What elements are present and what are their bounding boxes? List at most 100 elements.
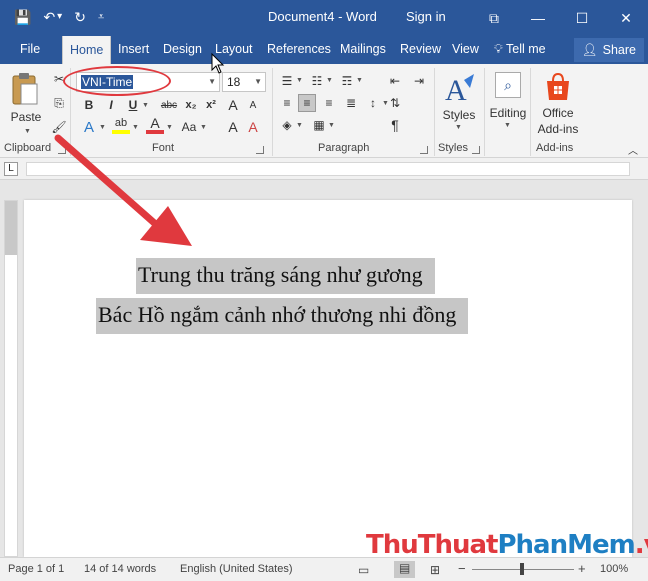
editing-dropdown-icon: ▼ xyxy=(504,122,511,129)
styles-dropdown-icon: ▼ xyxy=(455,124,462,131)
numbering-icon[interactable]: ☷ xyxy=(308,72,326,90)
document-line-2[interactable]: Bác Hồ ngắm cảnh nhớ thương nhi đồng xyxy=(96,298,469,334)
zoom-slider-thumb[interactable] xyxy=(520,563,524,575)
customize-qat-icon[interactable]: ⩡ xyxy=(98,8,104,26)
zoom-in-icon[interactable]: + xyxy=(578,561,586,576)
zoom-level[interactable]: 100% xyxy=(600,563,628,575)
tab-review[interactable]: Review xyxy=(400,42,441,56)
italic-button[interactable]: I xyxy=(102,96,120,114)
bullets-icon[interactable]: ☰ xyxy=(278,72,296,90)
font-size-combobox[interactable]: 18 ▼ xyxy=(222,72,266,92)
close-icon[interactable]: ✕ xyxy=(604,0,648,36)
share-button[interactable]: 👤︎ Share xyxy=(573,38,644,62)
shading-dropdown-icon[interactable]: ▼ xyxy=(296,122,303,129)
decrease-indent-icon[interactable]: ⇤ xyxy=(386,72,404,90)
strikethrough-button[interactable]: abc xyxy=(158,96,180,114)
tab-references[interactable]: References xyxy=(267,42,331,56)
read-mode-icon[interactable]: ▭ xyxy=(358,563,369,577)
document-page[interactable]: Trung thu trăng sáng như gương Bác Hồ ng… xyxy=(24,200,632,557)
horizontal-ruler[interactable]: L xyxy=(0,158,648,180)
annotation-highlight-oval xyxy=(63,66,171,96)
web-layout-icon[interactable]: ⊞ xyxy=(430,563,440,577)
tab-design[interactable]: Design xyxy=(163,42,202,56)
bullets-dropdown-icon[interactable]: ▼ xyxy=(296,77,303,84)
clipboard-icon xyxy=(12,73,38,105)
styles-launcher-icon[interactable] xyxy=(472,146,480,154)
collapse-ribbon-icon[interactable]: ︿ xyxy=(624,140,642,158)
multilevel-list-icon[interactable]: ☶ xyxy=(338,72,356,90)
underline-dropdown-icon[interactable]: ▼ xyxy=(142,102,149,109)
font-color-button[interactable]: A xyxy=(146,115,164,134)
zoom-out-icon[interactable]: − xyxy=(458,561,466,576)
align-center-icon[interactable]: ≡ xyxy=(298,94,316,112)
office-addins-button[interactable]: Office Add-ins xyxy=(534,70,582,140)
sign-in-link[interactable]: Sign in xyxy=(406,9,446,24)
save-icon[interactable]: 💾 xyxy=(14,8,31,26)
shrink-font-button[interactable]: A xyxy=(244,96,262,114)
paste-button[interactable]: Paste ▼ xyxy=(6,68,46,140)
clipboard-launcher-icon[interactable] xyxy=(58,146,66,154)
highlight-button[interactable]: ab xyxy=(112,116,130,134)
tab-file[interactable]: File xyxy=(20,42,40,56)
tab-selector-icon[interactable]: L xyxy=(4,162,18,176)
styles-button[interactable]: A Styles ▼ xyxy=(438,70,480,140)
text-effects-button[interactable]: A xyxy=(80,118,98,136)
tab-home[interactable]: Home xyxy=(62,36,112,64)
tab-layout[interactable]: Layout xyxy=(215,42,253,56)
change-case-button[interactable]: Aa xyxy=(180,118,198,136)
align-right-icon[interactable]: ≡ xyxy=(320,94,338,112)
ribbon-display-options-icon[interactable]: ⧉ xyxy=(472,0,516,36)
change-case-dropdown-icon[interactable]: ▼ xyxy=(200,124,207,131)
language-indicator[interactable]: English (United States) xyxy=(180,563,293,575)
page-count[interactable]: Page 1 of 1 xyxy=(8,563,64,575)
font-color-dropdown-icon[interactable]: ▼ xyxy=(166,124,173,131)
sort-icon[interactable]: ⇅ xyxy=(386,94,404,112)
copy-icon[interactable]: ⎘ xyxy=(50,94,68,112)
share-label: Share xyxy=(602,43,636,57)
undo-dropdown-icon[interactable]: ▾ xyxy=(57,8,62,26)
grow-font-button[interactable]: A xyxy=(224,96,242,114)
redo-icon[interactable]: ↻ xyxy=(74,8,86,26)
undo-icon[interactable]: ↶ xyxy=(43,8,55,26)
print-layout-icon[interactable]: ▤ xyxy=(394,561,416,578)
paste-label: Paste xyxy=(10,110,42,124)
grow-font-button-2[interactable]: A xyxy=(224,118,242,136)
shading-icon[interactable]: ◈ xyxy=(278,116,296,134)
group-divider xyxy=(434,68,435,156)
subscript-button[interactable]: x₂ xyxy=(182,96,200,114)
group-divider xyxy=(484,68,485,156)
tell-me-search[interactable]: 💡︎ Tell me xyxy=(494,42,546,57)
editing-button[interactable]: ⌕ Editing ▼ xyxy=(486,70,530,140)
font-group-label: Font xyxy=(152,142,175,154)
line-spacing-icon[interactable]: ↕ xyxy=(364,94,382,112)
minimize-icon[interactable]: — xyxy=(516,0,560,36)
word-count[interactable]: 14 of 14 words xyxy=(84,563,156,575)
increase-indent-icon[interactable]: ⇥ xyxy=(410,72,428,90)
tab-mailings[interactable]: Mailings xyxy=(340,42,386,56)
tab-view[interactable]: View xyxy=(452,42,479,56)
text-effects-dropdown-icon[interactable]: ▼ xyxy=(99,124,106,131)
clipboard-group-label: Clipboard xyxy=(4,142,52,154)
document-area: Trung thu trăng sáng như gương Bác Hồ ng… xyxy=(0,180,648,557)
maximize-icon[interactable]: ☐ xyxy=(560,0,604,36)
format-painter-icon[interactable]: 🖌︎ xyxy=(50,118,68,136)
font-launcher-icon[interactable] xyxy=(256,146,264,154)
borders-icon[interactable]: ▦ xyxy=(310,116,328,134)
numbering-dropdown-icon[interactable]: ▼ xyxy=(326,77,333,84)
office-addins-label-line1: Office xyxy=(542,106,574,120)
justify-icon[interactable]: ≣ xyxy=(342,94,360,112)
tab-insert[interactable]: Insert xyxy=(118,42,149,56)
highlight-dropdown-icon[interactable]: ▼ xyxy=(132,124,139,131)
chevron-down-icon: ▼ xyxy=(254,77,262,86)
borders-dropdown-icon[interactable]: ▼ xyxy=(328,122,335,129)
vertical-ruler[interactable] xyxy=(4,200,18,557)
bold-button[interactable]: B xyxy=(80,96,98,114)
underline-button[interactable]: U xyxy=(124,96,142,114)
multilevel-dropdown-icon[interactable]: ▼ xyxy=(356,77,363,84)
align-left-icon[interactable]: ≡ xyxy=(278,94,296,112)
superscript-button[interactable]: x² xyxy=(202,96,220,114)
document-line-1[interactable]: Trung thu trăng sáng như gương xyxy=(136,258,435,294)
paragraph-launcher-icon[interactable] xyxy=(420,146,428,154)
clear-formatting-button[interactable]: A xyxy=(244,118,262,136)
show-marks-icon[interactable]: ¶ xyxy=(386,116,404,134)
